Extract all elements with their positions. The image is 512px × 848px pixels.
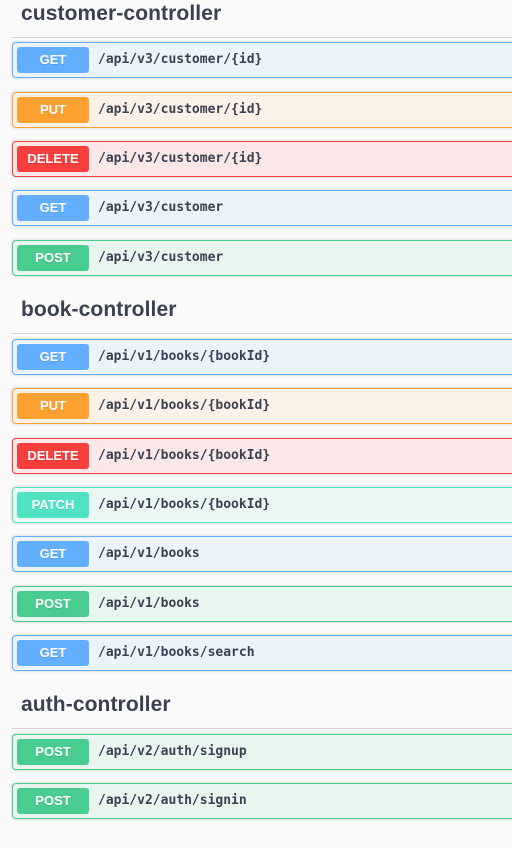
method-badge: PATCH: [17, 492, 89, 518]
section-header[interactable]: book-controller: [12, 296, 512, 334]
operation-path: /api/v1/books/{bookId}: [98, 349, 271, 364]
section-header[interactable]: customer-controller: [12, 0, 512, 38]
operation-path: /api/v3/customer: [98, 250, 224, 265]
method-badge: GET: [17, 195, 89, 221]
operation-patch-book-by-id[interactable]: PATCH /api/v1/books/{bookId}: [12, 487, 512, 523]
method-badge: PUT: [17, 393, 89, 419]
operation-path: /api/v3/customer/{id}: [98, 102, 263, 117]
operation-post-book[interactable]: POST /api/v1/books: [12, 586, 512, 622]
method-badge: POST: [17, 591, 89, 617]
operation-path: /api/v1/books/search: [98, 645, 255, 660]
section-title: customer-controller: [21, 2, 222, 25]
operation-search-books[interactable]: GET /api/v1/books/search: [12, 635, 512, 671]
operation-path: /api/v2/auth/signin: [98, 793, 247, 808]
section-customer-controller: customer-controller: [0, 0, 512, 38]
operation-post-signin[interactable]: POST /api/v2/auth/signin: [12, 783, 512, 819]
section-title: book-controller: [21, 298, 177, 321]
operation-path: /api/v3/customer: [98, 200, 224, 215]
swagger-operations-page: customer-controller GET /api/v3/customer…: [0, 0, 512, 848]
operation-path: /api/v1/books: [98, 546, 200, 561]
operation-post-customer[interactable]: POST /api/v3/customer: [12, 240, 512, 276]
method-badge: GET: [17, 344, 89, 370]
operation-path: /api/v1/books/{bookId}: [98, 448, 271, 463]
operation-path: /api/v1/books/{bookId}: [98, 497, 271, 512]
operation-get-book-by-id[interactable]: GET /api/v1/books/{bookId}: [12, 339, 512, 375]
operation-put-book-by-id[interactable]: PUT /api/v1/books/{bookId}: [12, 388, 512, 424]
operation-post-signup[interactable]: POST /api/v2/auth/signup: [12, 734, 512, 770]
section-auth-controller: auth-controller: [0, 691, 512, 729]
method-badge: DELETE: [17, 443, 89, 469]
method-badge: GET: [17, 541, 89, 567]
section-title: auth-controller: [21, 693, 171, 716]
method-badge: POST: [17, 788, 89, 814]
method-badge: POST: [17, 245, 89, 271]
operation-path: /api/v3/customer/{id}: [98, 52, 263, 67]
method-badge: DELETE: [17, 146, 89, 172]
operation-get-books[interactable]: GET /api/v1/books: [12, 536, 512, 572]
operation-delete-book-by-id[interactable]: DELETE /api/v1/books/{bookId}: [12, 438, 512, 474]
method-badge: PUT: [17, 97, 89, 123]
operation-path: /api/v1/books: [98, 596, 200, 611]
operation-delete-customer-by-id[interactable]: DELETE /api/v3/customer/{id}: [12, 141, 512, 177]
method-badge: POST: [17, 739, 89, 765]
operation-get-customer-by-id[interactable]: GET /api/v3/customer/{id}: [12, 42, 512, 78]
method-badge: GET: [17, 47, 89, 73]
operation-put-customer-by-id[interactable]: PUT /api/v3/customer/{id}: [12, 92, 512, 128]
operation-path: /api/v1/books/{bookId}: [98, 398, 271, 413]
operation-path: /api/v2/auth/signup: [98, 744, 247, 759]
section-book-controller: book-controller: [0, 296, 512, 334]
operation-get-customers[interactable]: GET /api/v3/customer: [12, 190, 512, 226]
method-badge: GET: [17, 640, 89, 666]
operation-path: /api/v3/customer/{id}: [98, 151, 263, 166]
section-header[interactable]: auth-controller: [12, 691, 512, 729]
